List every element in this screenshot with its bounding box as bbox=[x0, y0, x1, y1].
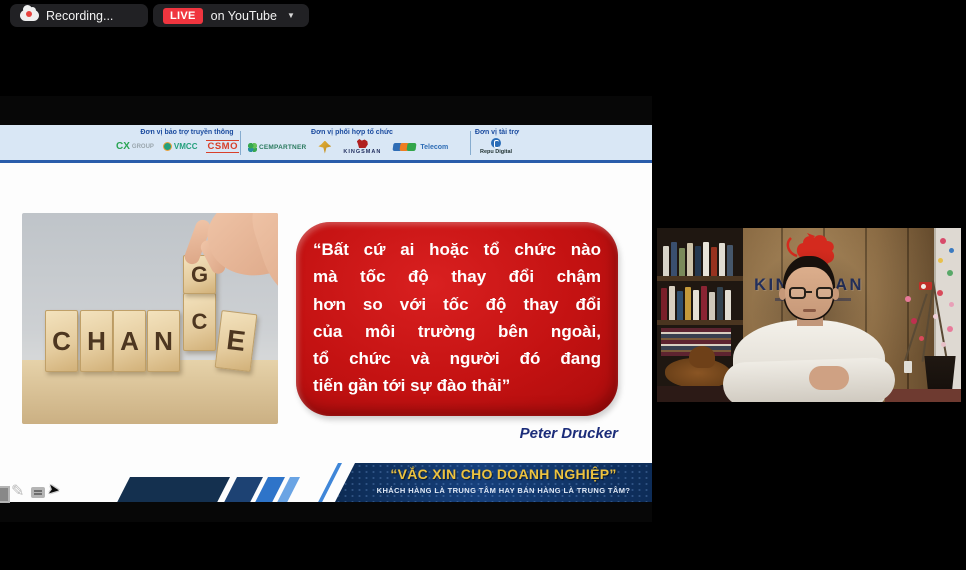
cx-group-logo: CX GROUP bbox=[116, 141, 154, 152]
quote-line: của môi trường bên ngoài, bbox=[313, 318, 601, 345]
hidden-letter-block: C bbox=[183, 293, 216, 351]
cempartner-icon bbox=[248, 143, 257, 152]
sponsor-group2-label: Đơn vị phối hợp tổ chức bbox=[272, 129, 432, 136]
comment-annotation-icon[interactable] bbox=[31, 487, 45, 498]
live-stream-pill[interactable]: LIVE on YouTube ▼ bbox=[153, 4, 309, 27]
presentation-slide: Đơn vị bảo trợ truyền thông CX GROUP VMC… bbox=[0, 125, 652, 502]
mouth bbox=[803, 309, 816, 312]
quote-line: mà tốc độ thay đổi chậm bbox=[313, 263, 601, 290]
banner-main: “VẮC XIN CHO DOANH NGHIỆP” KHÁCH HÀNG LÀ… bbox=[335, 463, 652, 502]
csmo-logo: CSMO bbox=[206, 140, 239, 153]
person-head bbox=[783, 256, 835, 320]
hanging-decor bbox=[940, 238, 946, 244]
gold-emblem-logo bbox=[318, 141, 331, 154]
side-table bbox=[885, 389, 961, 402]
person-hands bbox=[809, 366, 849, 390]
flower-arrangement bbox=[899, 278, 961, 402]
shelf-board bbox=[657, 276, 743, 281]
fpt-green-icon bbox=[407, 143, 417, 151]
sponsor-group1-label: Đơn vị bảo trợ truyền thông bbox=[107, 129, 267, 136]
letter-block: A bbox=[113, 310, 146, 372]
pencil-annotation-icon[interactable]: ✎ bbox=[11, 481, 24, 501]
quote-line: hơn so với tốc độ thay đổi bbox=[313, 291, 601, 318]
kingsman-sponsor-logo: KINGSMAN bbox=[343, 139, 381, 155]
live-badge: LIVE bbox=[163, 8, 203, 24]
quote-bubble: “Bất cứ ai hoặc tổ chức nào mà tốc độ th… bbox=[296, 222, 618, 416]
letter-block: N bbox=[147, 310, 180, 372]
ear bbox=[832, 288, 839, 300]
vmcc-icon bbox=[163, 142, 172, 151]
fpt-telecom-logo: Telecom bbox=[393, 143, 448, 151]
sponsor-band: Đơn vị bảo trợ truyền thông CX GROUP VMC… bbox=[0, 125, 652, 163]
letter-block: C bbox=[45, 310, 78, 372]
quote-author: Peter Drucker bbox=[398, 425, 618, 442]
event-title: “VẮC XIN CHO DOANH NGHIỆP” bbox=[357, 466, 650, 482]
banner-stripe bbox=[117, 477, 230, 502]
band-divider bbox=[240, 131, 241, 155]
quote-line: tổ chức và người đó đang bbox=[313, 345, 601, 372]
platform-label: on YouTube bbox=[211, 9, 277, 23]
quote-line: “Bất cứ ai hoặc tổ chức nào bbox=[313, 236, 601, 263]
chevron-down-icon[interactable]: ▼ bbox=[287, 11, 295, 20]
person-face bbox=[785, 267, 833, 319]
hanging-decor bbox=[938, 258, 943, 263]
vmcc-logo: VMCC bbox=[163, 142, 198, 151]
letter-block: H bbox=[80, 310, 113, 372]
change-chance-image: C H A N C G E bbox=[22, 213, 278, 424]
gold-emblem-icon bbox=[318, 141, 331, 154]
recording-label: Recording... bbox=[46, 9, 113, 23]
repu-digital-logo: Repu Digital bbox=[480, 138, 512, 155]
cloud-recording-icon bbox=[20, 10, 39, 21]
repu-digital-icon bbox=[491, 138, 501, 148]
cempartner-logo: CEMPARTNER bbox=[248, 143, 306, 152]
event-subtitle: KHÁCH HÀNG LÀ TRUNG TÂM HAY BÁN HÀNG LÀ … bbox=[357, 486, 650, 495]
hanging-decor bbox=[949, 248, 954, 253]
annotation-shape-icon[interactable] bbox=[0, 486, 10, 503]
letter-block: E bbox=[215, 310, 258, 372]
recording-status-pill: Recording... bbox=[10, 4, 148, 27]
quote-line: tiến gần tới sự đào thải” bbox=[313, 372, 601, 399]
event-banner: “VẮC XIN CHO DOANH NGHIỆP” KHÁCH HÀNG LÀ… bbox=[0, 463, 652, 502]
webcam-video-tile[interactable]: KINGSMAN bbox=[657, 228, 961, 402]
hanging-decor bbox=[947, 270, 953, 276]
mouse-cursor-icon: ➤ bbox=[47, 480, 61, 498]
glasses bbox=[789, 287, 833, 301]
shelf-board bbox=[657, 320, 743, 325]
kingsman-lion-icon bbox=[357, 139, 368, 148]
sponsor-group3-label: Đơn vị tài trợ bbox=[457, 129, 537, 136]
